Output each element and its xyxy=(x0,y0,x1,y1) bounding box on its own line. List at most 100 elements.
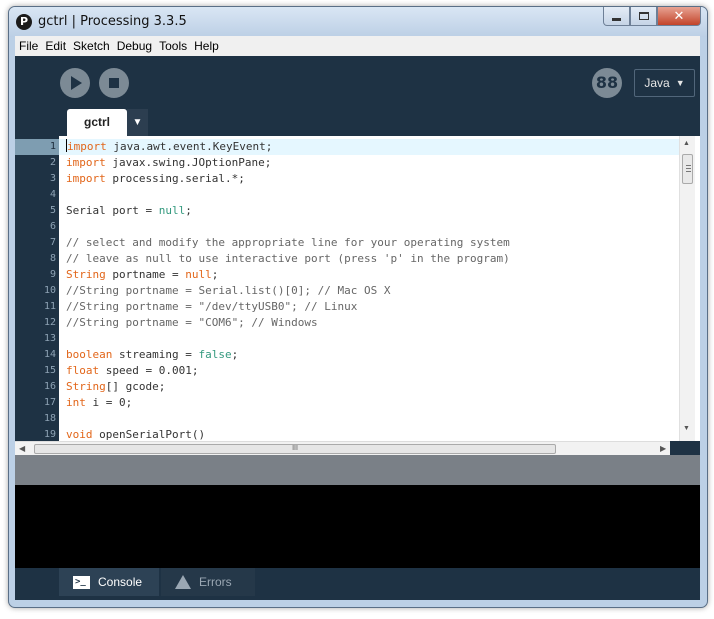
menu-debug[interactable]: Debug xyxy=(114,39,155,53)
code-line[interactable]: 17 int i = 0; xyxy=(15,395,700,411)
line-number: 4 xyxy=(49,189,56,200)
tab-gctrl[interactable]: gctrl xyxy=(67,109,127,136)
grip-line xyxy=(686,165,691,166)
line-number: 16 xyxy=(43,381,56,392)
line-number: 13 xyxy=(43,333,56,344)
code-line[interactable]: 3 import processing.serial.*; xyxy=(15,171,700,187)
maximize-button[interactable] xyxy=(630,7,657,26)
code-line[interactable]: 14 boolean streaming = false; xyxy=(15,347,700,363)
line-number: 7 xyxy=(49,237,56,248)
vertical-scroll-thumb[interactable] xyxy=(682,154,693,184)
code-token: java.awt.event.KeyEvent; xyxy=(106,140,273,153)
console-tab-label: Console xyxy=(98,575,143,589)
code-line[interactable]: 7 // select and modify the appropriate li… xyxy=(15,235,700,251)
chevron-down-icon: ▼ xyxy=(675,78,685,88)
scroll-up-icon[interactable]: ▲ xyxy=(683,140,690,147)
horizontal-scrollbar[interactable]: ◀ III ▶ xyxy=(15,441,670,455)
menu-sketch[interactable]: Sketch xyxy=(70,39,113,53)
code-line[interactable]: 2 import javax.swing.JOptionPane; xyxy=(15,155,700,171)
code-text: import processing.serial.*; xyxy=(56,171,245,187)
code-token: String xyxy=(66,380,106,393)
code-line[interactable]: 13 xyxy=(15,331,700,347)
code-token: [] gcode; xyxy=(105,380,166,393)
line-number: 19 xyxy=(43,429,56,440)
grip-line xyxy=(686,171,691,172)
minimize-button[interactable] xyxy=(603,7,630,26)
menu-file[interactable]: File xyxy=(16,39,41,53)
line-number: 14 xyxy=(43,349,56,360)
line-number: 15 xyxy=(43,365,56,376)
code-token: //String portname = "COM6"; // Windows xyxy=(66,316,318,329)
line-number: 17 xyxy=(43,397,56,408)
code-line[interactable]: 12 //String portname = "COM6"; // Windows xyxy=(15,315,700,331)
debug-mode-icon[interactable]: 88 xyxy=(592,68,622,98)
warning-icon xyxy=(175,575,191,589)
line-number: 9 xyxy=(49,269,56,280)
menu-help[interactable]: Help xyxy=(191,39,222,53)
scroll-left-icon[interactable]: ◀ xyxy=(19,442,25,456)
scroll-down-icon[interactable]: ▼ xyxy=(683,425,690,432)
code-token: int xyxy=(66,396,86,409)
vertical-scrollbar[interactable]: ▲ ▼ xyxy=(679,136,695,441)
menu-edit[interactable]: Edit xyxy=(42,39,69,53)
code-line[interactable]: 16 String[] gcode; xyxy=(15,379,700,395)
code-token: void xyxy=(66,428,93,441)
footer-panel: >_ Console Errors xyxy=(15,568,700,600)
code-editor[interactable]: 1 import java.awt.event.KeyEvent; 2 import … xyxy=(15,136,700,441)
code-line[interactable]: 15 float speed = 0.001; xyxy=(15,363,700,379)
window-controls: ✕ xyxy=(603,7,701,27)
code-line[interactable]: 6 xyxy=(15,219,700,235)
close-button[interactable]: ✕ xyxy=(657,7,701,26)
line-number: 12 xyxy=(43,317,56,328)
menu-bar: File Edit Sketch Debug Tools Help xyxy=(15,36,700,56)
code-line[interactable]: 5 Serial port = null; xyxy=(15,203,700,219)
window-title: gctrl | Processing 3.3.5 xyxy=(38,14,187,29)
line-number: 8 xyxy=(49,253,56,264)
line-number: 5 xyxy=(49,205,56,216)
code-text: float speed = 0.001; xyxy=(56,363,198,379)
code-text: import javax.swing.JOptionPane; xyxy=(56,155,271,171)
line-number: 18 xyxy=(43,413,56,424)
line-number: 10 xyxy=(43,285,56,296)
code-text: //String portname = "COM6"; // Windows xyxy=(56,315,318,331)
menu-tools[interactable]: Tools xyxy=(156,39,190,53)
horizontal-scroll-thumb[interactable]: III xyxy=(34,444,556,454)
code-line[interactable]: 1 import java.awt.event.KeyEvent; xyxy=(15,139,700,155)
console-output[interactable] xyxy=(15,485,700,568)
code-line[interactable]: 11 //String portname = "/dev/ttyUSB0"; //… xyxy=(15,299,700,315)
code-line[interactable]: 19 void openSerialPort() xyxy=(15,427,700,441)
code-line[interactable]: 18 xyxy=(15,411,700,427)
code-token: null xyxy=(185,268,212,281)
code-text: //String portname = "/dev/ttyUSB0"; // L… xyxy=(56,299,357,315)
code-text: //String portname = Serial.list()[0]; //… xyxy=(56,283,391,299)
stop-button[interactable] xyxy=(99,68,129,98)
code-line[interactable]: 9 String portname = null; xyxy=(15,267,700,283)
code-token: ; xyxy=(211,268,219,281)
toolbar: 88 Java ▼ gctrl ▼ xyxy=(15,56,700,136)
code-token: openSerialPort() xyxy=(92,428,206,441)
code-line[interactable]: 8 // leave as null to use interactive por… xyxy=(15,251,700,267)
code-token: //String portname = Serial.list()[0]; //… xyxy=(66,284,391,297)
code-text: // select and modify the appropriate lin… xyxy=(56,235,510,251)
run-button[interactable] xyxy=(60,68,90,98)
code-line[interactable]: 10 //String portname = Serial.list()[0]; … xyxy=(15,283,700,299)
errors-tab-label: Errors xyxy=(199,575,232,589)
tab-menu-arrow-icon[interactable]: ▼ xyxy=(127,109,148,136)
code-text: Serial port = null; xyxy=(56,203,192,219)
title-bar[interactable]: P gctrl | Processing 3.3.5 ✕ xyxy=(9,7,707,37)
tab-errors[interactable]: Errors xyxy=(161,568,255,596)
mode-selector[interactable]: Java ▼ xyxy=(634,69,695,97)
code-line[interactable]: 4 xyxy=(15,187,700,203)
maximize-icon xyxy=(638,12,649,20)
scroll-right-icon[interactable]: ▶ xyxy=(660,442,666,456)
code-text: int i = 0; xyxy=(56,395,132,411)
tab-console[interactable]: >_ Console xyxy=(59,568,159,596)
code-text: String[] gcode; xyxy=(56,379,165,395)
console-icon: >_ xyxy=(73,575,90,589)
code-token: i = 0; xyxy=(85,396,133,409)
code-token: null xyxy=(158,204,186,217)
processing-logo-icon: P xyxy=(16,14,32,30)
